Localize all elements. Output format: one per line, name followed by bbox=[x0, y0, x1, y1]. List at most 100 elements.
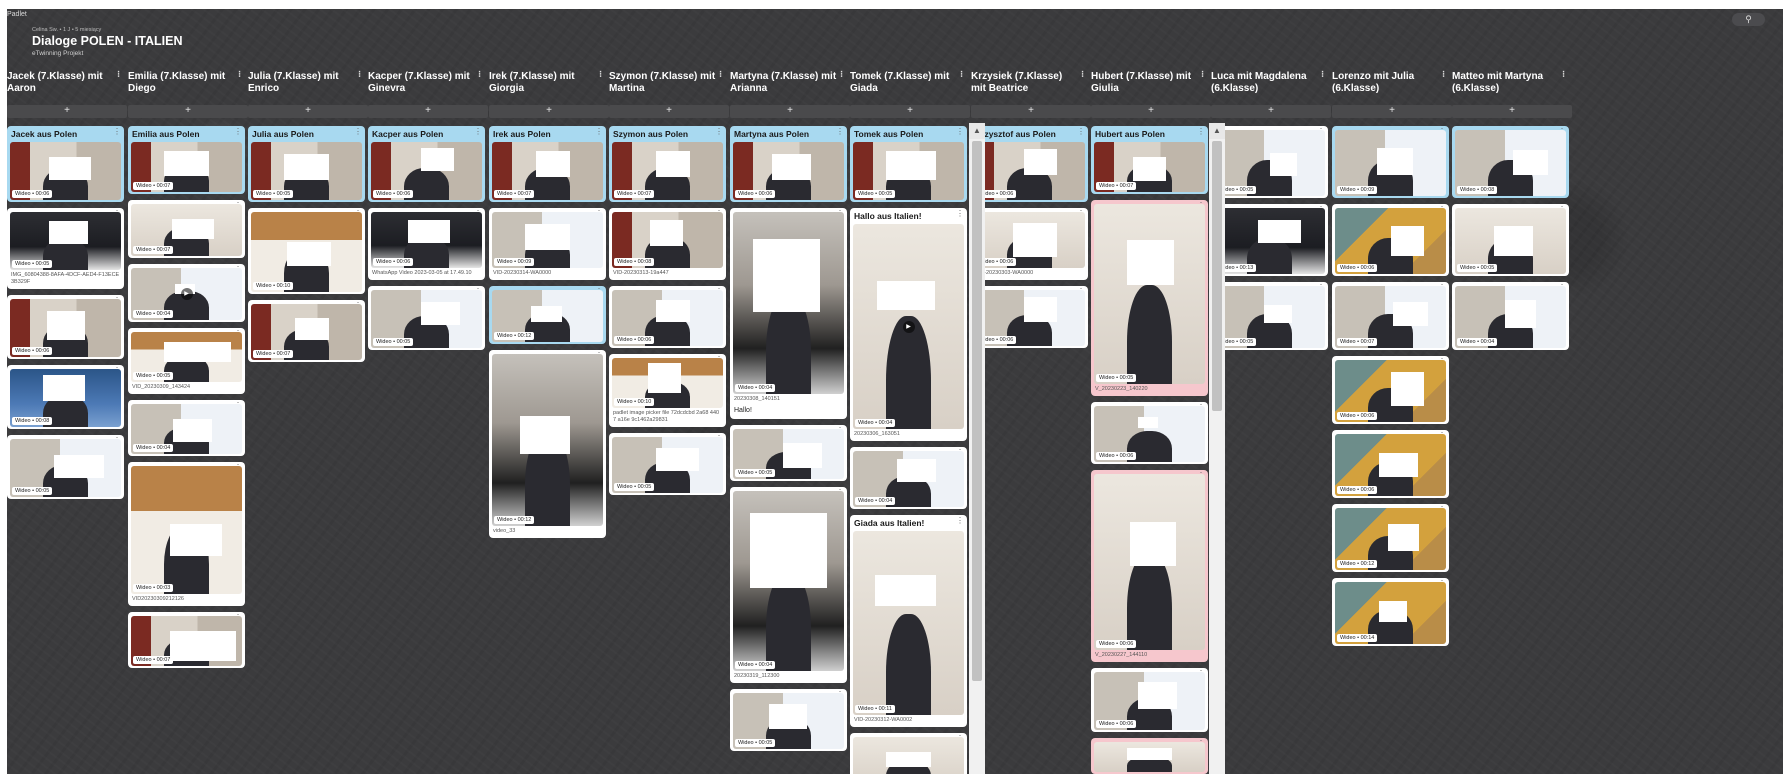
add-post-button[interactable]: + bbox=[609, 105, 729, 118]
post-card[interactable]: ⋮Wideo • 00:07 bbox=[248, 300, 365, 362]
post-card[interactable]: ⋮Wideo • 00:06 bbox=[1332, 430, 1449, 498]
video-thumbnail[interactable]: Wideo • 00:05 bbox=[131, 332, 242, 382]
post-card[interactable]: ⋮Wideo • 00:05 bbox=[609, 433, 726, 495]
video-thumbnail[interactable]: Wideo • 00:06 bbox=[733, 142, 844, 200]
post-card[interactable]: ⋮ Giada aus Italien! Wideo • 00:11 VID-2023… bbox=[850, 515, 967, 727]
post-card[interactable]: ⋮▶Wideo • 00:04 bbox=[128, 264, 245, 322]
add-post-button[interactable]: + bbox=[1091, 105, 1211, 118]
scrollbar-thumb[interactable] bbox=[1212, 141, 1222, 411]
post-card[interactable]: ⋮Wideo • 00:10 bbox=[248, 208, 365, 294]
post-card[interactable]: ⋮Wideo • 00:05 bbox=[1211, 126, 1328, 198]
video-thumbnail[interactable]: Wideo • 00:14 bbox=[1335, 582, 1446, 644]
post-card[interactable]: ⋮ Jacek aus Polen Wideo • 00:06 bbox=[7, 126, 124, 202]
post-card[interactable]: ⋮Wideo • 00:06VID-20230303-WA0000 bbox=[971, 208, 1088, 280]
post-card[interactable]: ⋮Wideo • 00:14 bbox=[1332, 578, 1449, 646]
video-thumbnail[interactable]: Wideo • 00:06 bbox=[974, 142, 1085, 200]
video-thumbnail[interactable]: Wideo • 00:06 bbox=[1335, 434, 1446, 496]
post-card[interactable]: ⋮Wideo • 00:12video_33 bbox=[489, 350, 606, 538]
add-post-button[interactable]: + bbox=[248, 105, 368, 118]
video-thumbnail[interactable]: ▶ Wideo • 00:04 bbox=[131, 268, 242, 320]
video-thumbnail[interactable]: Wideo • 00:06 bbox=[974, 290, 1085, 346]
column-menu-icon[interactable]: ⁝ bbox=[238, 69, 241, 81]
post-card[interactable]: ⋮Wideo • 00:03VID20230309212126 bbox=[128, 462, 245, 606]
video-thumbnail[interactable]: Wideo • 00:06 bbox=[974, 212, 1085, 268]
post-card[interactable]: ⋮Wideo • 00:06 bbox=[971, 286, 1088, 348]
video-thumbnail[interactable]: Wideo • 00:10 bbox=[251, 212, 362, 292]
vertical-scrollbar[interactable]: ▲ bbox=[969, 123, 985, 774]
video-thumbnail[interactable]: Wideo • 00:06 bbox=[612, 290, 723, 346]
column-menu-icon[interactable]: ⁝ bbox=[1562, 69, 1565, 81]
post-card[interactable]: ⋮Wideo • 00:05 bbox=[730, 425, 847, 481]
post-menu-icon[interactable]: ⋮ bbox=[595, 127, 603, 136]
video-thumbnail[interactable]: Wideo • 00:05 bbox=[733, 429, 844, 479]
post-card[interactable]: ⋮ bbox=[1091, 738, 1208, 774]
video-thumbnail[interactable]: Wideo • 00:12 bbox=[492, 290, 603, 342]
video-thumbnail[interactable]: Wideo • 00:05 bbox=[251, 142, 362, 200]
post-card[interactable]: ⋮ bbox=[850, 733, 967, 774]
post-card[interactable]: ⋮Wideo • 00:0420230308_140151Hallo! bbox=[730, 208, 847, 419]
post-card[interactable]: ⋮Wideo • 00:06 bbox=[1332, 356, 1449, 424]
post-card[interactable]: ⋮Wideo • 00:06 bbox=[7, 295, 124, 359]
post-card[interactable]: ⋮Wideo • 00:0420230319_112300 bbox=[730, 487, 847, 683]
vertical-scrollbar[interactable]: ▲ bbox=[1209, 123, 1225, 774]
post-card[interactable]: ⋮Wideo • 00:06 bbox=[609, 286, 726, 348]
video-thumbnail[interactable]: Wideo • 00:09 bbox=[1335, 130, 1446, 196]
video-thumbnail[interactable]: Wideo • 00:06 bbox=[371, 212, 482, 268]
post-card[interactable]: ⋮Wideo • 00:04 bbox=[1452, 282, 1569, 350]
padlet-brand[interactable]: Padlet bbox=[7, 11, 27, 18]
add-post-button[interactable]: + bbox=[971, 105, 1091, 118]
post-card[interactable]: ⋮ Kacper aus Polen Wideo • 00:06 bbox=[368, 126, 485, 202]
add-post-button[interactable]: + bbox=[850, 105, 970, 118]
video-thumbnail[interactable]: Wideo • 00:06 bbox=[1094, 406, 1205, 462]
video-thumbnail[interactable]: Wideo • 00:05 bbox=[1214, 130, 1325, 196]
video-thumbnail[interactable]: Wideo • 00:07 bbox=[131, 616, 242, 666]
column-menu-icon[interactable]: ⁝ bbox=[1081, 69, 1084, 81]
video-thumbnail[interactable]: Wideo • 00:07 bbox=[131, 204, 242, 256]
video-thumbnail[interactable]: Wideo • 00:07 bbox=[1335, 286, 1446, 348]
video-thumbnail[interactable]: Wideo • 00:06 bbox=[371, 142, 482, 200]
video-thumbnail[interactable]: Wideo • 00:04 bbox=[131, 404, 242, 454]
video-thumbnail[interactable]: Wideo • 00:06 bbox=[1335, 360, 1446, 422]
post-card[interactable]: ⋮Wideo • 00:09 bbox=[1332, 126, 1449, 198]
video-thumbnail[interactable]: Wideo • 00:04 bbox=[1455, 286, 1566, 348]
column-menu-icon[interactable]: ⁝ bbox=[599, 69, 602, 81]
video-thumbnail[interactable]: Wideo • 00:07 bbox=[251, 304, 362, 360]
post-card[interactable]: ⋮Wideo • 00:05 bbox=[7, 435, 124, 499]
post-card[interactable]: ⋮Wideo • 00:09VID-20230314-WA0000 bbox=[489, 208, 606, 280]
post-card[interactable]: ⋮ Irek aus Polen Wideo • 00:07 bbox=[489, 126, 606, 202]
column-menu-icon[interactable]: ⁝ bbox=[840, 69, 843, 81]
post-menu-icon[interactable]: ⋮ bbox=[354, 127, 362, 136]
add-post-button[interactable]: + bbox=[1332, 105, 1452, 118]
add-post-button[interactable]: + bbox=[7, 105, 127, 118]
post-card[interactable]: ⋮Wideo • 00:07 bbox=[1332, 282, 1449, 350]
column-menu-icon[interactable]: ⁝ bbox=[478, 69, 481, 81]
video-thumbnail[interactable]: Wideo • 00:13 bbox=[1214, 208, 1325, 274]
video-thumbnail[interactable]: Wideo • 00:06 bbox=[1335, 208, 1446, 274]
column-menu-icon[interactable]: ⁝ bbox=[1442, 69, 1445, 81]
post-card[interactable]: ⋮Wideo • 00:05VID_20230309_143424 bbox=[128, 328, 245, 394]
post-card[interactable]: ⋮Wideo • 00:13 bbox=[1211, 204, 1328, 276]
video-thumbnail[interactable]: Wideo • 00:05 bbox=[1094, 204, 1205, 384]
post-card[interactable]: ⋮Wideo • 00:08 bbox=[1452, 126, 1569, 198]
post-menu-icon[interactable]: ⋮ bbox=[1197, 127, 1205, 136]
column-menu-icon[interactable]: ⁝ bbox=[358, 69, 361, 81]
video-thumbnail[interactable]: Wideo • 00:08 bbox=[1455, 130, 1566, 196]
add-post-button[interactable]: + bbox=[730, 105, 850, 118]
post-menu-icon[interactable]: ⋮ bbox=[715, 127, 723, 136]
post-card[interactable]: ⋮Wideo • 00:07 bbox=[128, 200, 245, 258]
video-thumbnail[interactable]: Wideo • 00:07 bbox=[492, 142, 603, 200]
scrollbar-thumb[interactable] bbox=[972, 141, 982, 681]
video-thumbnail[interactable]: Wideo • 00:07 bbox=[1094, 142, 1205, 192]
video-thumbnail[interactable] bbox=[853, 737, 964, 774]
video-thumbnail[interactable]: Wideo • 00:03 bbox=[131, 466, 242, 594]
column-menu-icon[interactable]: ⁝ bbox=[1201, 69, 1204, 81]
video-thumbnail[interactable]: Wideo • 00:05 bbox=[733, 693, 844, 749]
post-card[interactable]: ⋮ Krzysztof aus Polen Wideo • 00:06 bbox=[971, 126, 1088, 202]
play-icon[interactable]: ▶ bbox=[180, 288, 193, 300]
post-card[interactable]: ⋮Wideo • 00:04 bbox=[128, 400, 245, 456]
post-card[interactable]: ⋮Wideo • 00:06 bbox=[1091, 402, 1208, 464]
video-thumbnail[interactable]: Wideo • 00:05 bbox=[10, 439, 121, 497]
column-menu-icon[interactable]: ⁝ bbox=[117, 69, 120, 81]
post-card[interactable]: ⋮Wideo • 00:06 bbox=[1332, 204, 1449, 276]
post-card[interactable]: ⋮ Szymon aus Polen Wideo • 00:07 bbox=[609, 126, 726, 202]
